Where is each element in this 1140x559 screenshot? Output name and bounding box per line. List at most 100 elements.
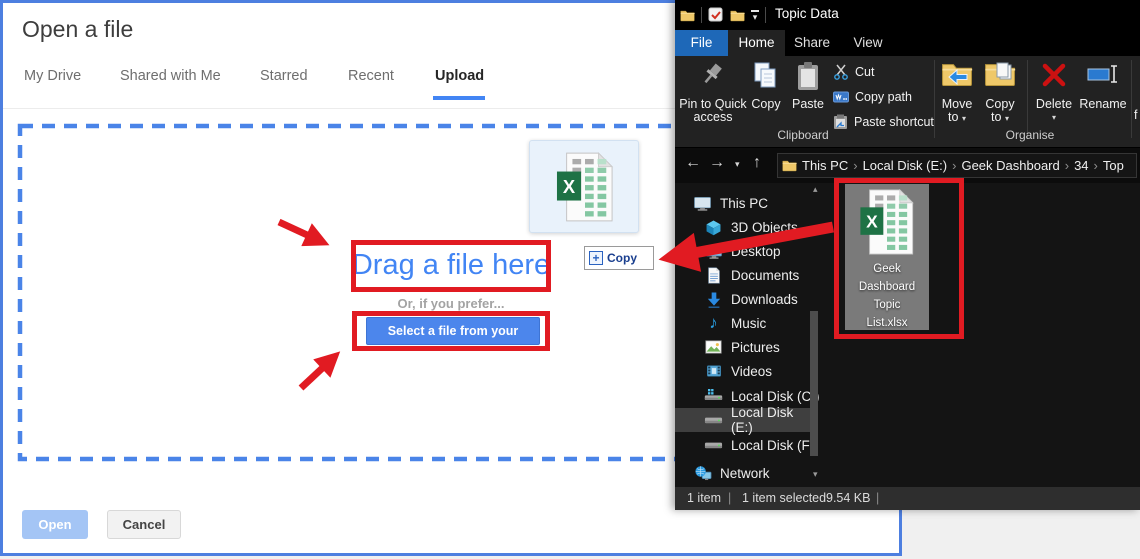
rename-icon xyxy=(1075,61,1131,95)
dropdown-icon: ▾ xyxy=(961,114,966,123)
document-icon xyxy=(704,266,723,284)
excel-file-icon xyxy=(859,189,915,255)
file-name-line: Dashboard xyxy=(858,281,916,293)
cancel-button[interactable]: Cancel xyxy=(107,510,181,539)
sidebar-item-label: Music xyxy=(731,315,767,331)
sidebar-item-this-pc[interactable]: This PC xyxy=(675,191,830,215)
sidebar-scroll-down-icon[interactable]: ▾ xyxy=(813,469,818,480)
excel-file-item[interactable]: Geek Dashboard Topic List.xlsx xyxy=(845,184,929,330)
sidebar-item-local-disk-f[interactable]: Local Disk (F:) xyxy=(675,433,830,457)
group-separator xyxy=(1027,60,1028,138)
toolbar-separator xyxy=(701,7,702,23)
customize-toolbar-dropdown-icon[interactable]: ▾ xyxy=(751,9,759,21)
sidebar-item-network[interactable]: Network xyxy=(675,461,830,485)
button-label: Rename xyxy=(1079,97,1127,111)
scissors-icon xyxy=(834,64,848,80)
sidebar-item-label: Videos xyxy=(731,363,773,379)
button-label: Copy xyxy=(751,97,781,111)
button-label: Pin to Quick access xyxy=(679,97,747,124)
tab-share[interactable]: Share xyxy=(787,30,837,56)
tab-view[interactable]: View xyxy=(845,30,891,56)
copy-icon xyxy=(747,61,785,95)
sidebar-item-pictures[interactable]: Pictures xyxy=(675,335,830,359)
tab-home[interactable]: Home xyxy=(728,30,785,56)
film-icon xyxy=(704,363,723,380)
sidebar-item-desktop[interactable]: Desktop xyxy=(675,239,830,263)
toolbar-separator xyxy=(765,7,766,23)
sidebar-scrollbar[interactable] xyxy=(810,311,818,456)
group-separator xyxy=(1131,60,1132,138)
pin-icon xyxy=(679,61,747,95)
drag-a-file-here-label: Drag a file here xyxy=(351,249,551,281)
dragged-file-ghost xyxy=(529,140,639,233)
file-explorer-window: ▾ Topic Data File Home Share View Pin to… xyxy=(675,0,1140,510)
sidebar-item-label: This PC xyxy=(720,195,769,211)
breadcrumb-local-disk-e[interactable]: Local Disk (E:) xyxy=(863,158,948,173)
button-label: Cut xyxy=(855,65,875,79)
button-label: Paste xyxy=(792,97,824,111)
select-file-button[interactable]: Select a file from your device xyxy=(366,317,540,364)
forward-icon[interactable]: → xyxy=(709,154,725,172)
breadcrumb-separator-icon: › xyxy=(1093,158,1098,173)
tab-file[interactable]: File xyxy=(675,30,728,56)
breadcrumb-separator-icon: › xyxy=(952,158,957,173)
drive-icon xyxy=(704,437,723,454)
file-name-line: Topic xyxy=(873,299,901,311)
up-icon[interactable]: ↑ xyxy=(753,154,761,172)
delete-x-icon xyxy=(1031,61,1077,95)
dropdown-icon: ▾ xyxy=(1051,113,1056,122)
sidebar-item-label: Local Disk (F:) xyxy=(731,437,819,453)
back-icon[interactable]: ← xyxy=(685,154,701,172)
drag-copy-tooltip: + Copy xyxy=(584,246,654,270)
music-note-icon: ♪ xyxy=(709,313,718,332)
copy-path-button[interactable]: Copy path xyxy=(833,86,912,108)
sidebar-item-documents[interactable]: Documents xyxy=(675,263,830,287)
sidebar-item-videos[interactable]: Videos xyxy=(675,359,830,383)
selection-count: 1 item selected xyxy=(742,491,827,505)
copy-path-icon xyxy=(833,91,849,103)
sidebar-item-3d-objects[interactable]: 3D Objects xyxy=(675,215,830,239)
dropdown-icon: ▾ xyxy=(1004,114,1009,123)
explorer-body: ▴ This PC 3D Objects Desktop Documents D… xyxy=(675,183,1140,487)
sidebar-item-label: Desktop xyxy=(731,243,781,259)
folder-icon xyxy=(782,159,797,172)
ribbon-tab-bar: File Home Share View xyxy=(675,30,1140,56)
status-divider: | xyxy=(876,491,880,505)
organise-group-label: Organise xyxy=(1005,128,1055,142)
open-button[interactable]: Open xyxy=(22,510,88,539)
cut-button[interactable]: Cut xyxy=(833,61,874,83)
window-title: Topic Data xyxy=(775,6,839,21)
copy-tooltip-label: Copy xyxy=(607,251,637,265)
paste-icon xyxy=(787,61,829,95)
sidebar-item-local-disk-e[interactable]: Local Disk (E:) xyxy=(675,405,812,435)
sidebar-item-music[interactable]: ♪ Music xyxy=(675,311,830,335)
clipboard-group-label: Clipboard xyxy=(777,128,829,142)
plus-icon: + xyxy=(589,251,603,265)
folder-icon[interactable] xyxy=(680,9,695,22)
or-if-you-prefer-label: Or, if you prefer... xyxy=(397,296,505,311)
sidebar-item-label: 3D Objects xyxy=(731,219,798,235)
address-breadcrumb[interactable]: This PC › Local Disk (E:) › Geek Dashboa… xyxy=(777,153,1137,178)
sidebar-item-label: Local Disk (E:) xyxy=(731,405,794,435)
quick-access-toolbar: ▾ xyxy=(680,4,766,26)
button-label: Move to xyxy=(941,97,973,124)
status-divider: | xyxy=(728,491,732,505)
breadcrumb-topic-clipped[interactable]: Top xyxy=(1103,158,1124,173)
move-to-icon xyxy=(937,61,977,95)
file-name-line: Geek xyxy=(873,263,901,275)
new-folder-icon[interactable] xyxy=(730,9,745,22)
desktop-icon xyxy=(704,243,723,260)
sidebar-item-downloads[interactable]: Downloads xyxy=(675,287,830,311)
copy-to-icon xyxy=(980,61,1020,95)
sidebar-item-label: Documents xyxy=(731,267,800,283)
recent-locations-icon[interactable]: ▾ xyxy=(735,159,740,170)
address-bar-row: ← → ▾ ↑ This PC › Local Disk (E:) › Geek… xyxy=(675,148,1140,183)
breadcrumb-geek-dashboard[interactable]: Geek Dashboard xyxy=(961,158,1059,173)
breadcrumb-34[interactable]: 34 xyxy=(1074,158,1088,173)
properties-check-icon[interactable] xyxy=(708,7,724,23)
breadcrumb-this-pc[interactable]: This PC xyxy=(802,158,848,173)
sidebar-item-label: Downloads xyxy=(731,291,798,307)
selection-size: 9.54 KB xyxy=(826,491,871,505)
sidebar-item-label: Network xyxy=(720,465,770,481)
breadcrumb-separator-icon: › xyxy=(1064,158,1070,173)
